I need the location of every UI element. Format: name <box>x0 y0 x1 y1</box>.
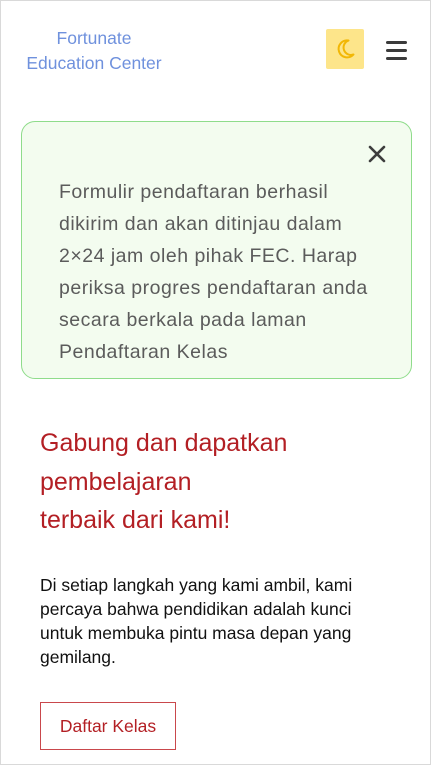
hamburger-menu-icon-bar <box>386 41 407 44</box>
brand-line-2: Education Center <box>26 53 162 73</box>
moon-icon <box>337 39 355 59</box>
brand-line-1: Fortunate <box>56 28 132 48</box>
brand-logo-text[interactable]: Fortunate Education Center <box>14 26 174 76</box>
alert-message: Formulir pendaftaran berhasil dikirim da… <box>59 181 368 363</box>
hamburger-menu-icon-bar <box>386 57 407 60</box>
hero-title-line-3: terbaik dari kami! <box>40 506 231 534</box>
theme-toggle-button[interactable] <box>326 29 364 69</box>
hero-title-line-2: pembelajaran <box>40 467 192 496</box>
success-alert: Formulir pendaftaran berhasil dikirim da… <box>21 121 412 379</box>
hero-title: Gabung dan dapatkan pembelajaran terbaik… <box>40 424 380 540</box>
hero-title-line-1: Gabung dan dapatkan <box>40 429 288 457</box>
register-class-button[interactable]: Daftar Kelas <box>40 702 176 750</box>
close-icon <box>368 145 386 163</box>
hamburger-menu-button[interactable] <box>385 39 409 61</box>
hero-description: Di setiap langkah yang kami ambil, kami … <box>40 575 353 667</box>
alert-close-button[interactable] <box>365 142 389 166</box>
hamburger-menu-icon-bar <box>386 49 407 52</box>
